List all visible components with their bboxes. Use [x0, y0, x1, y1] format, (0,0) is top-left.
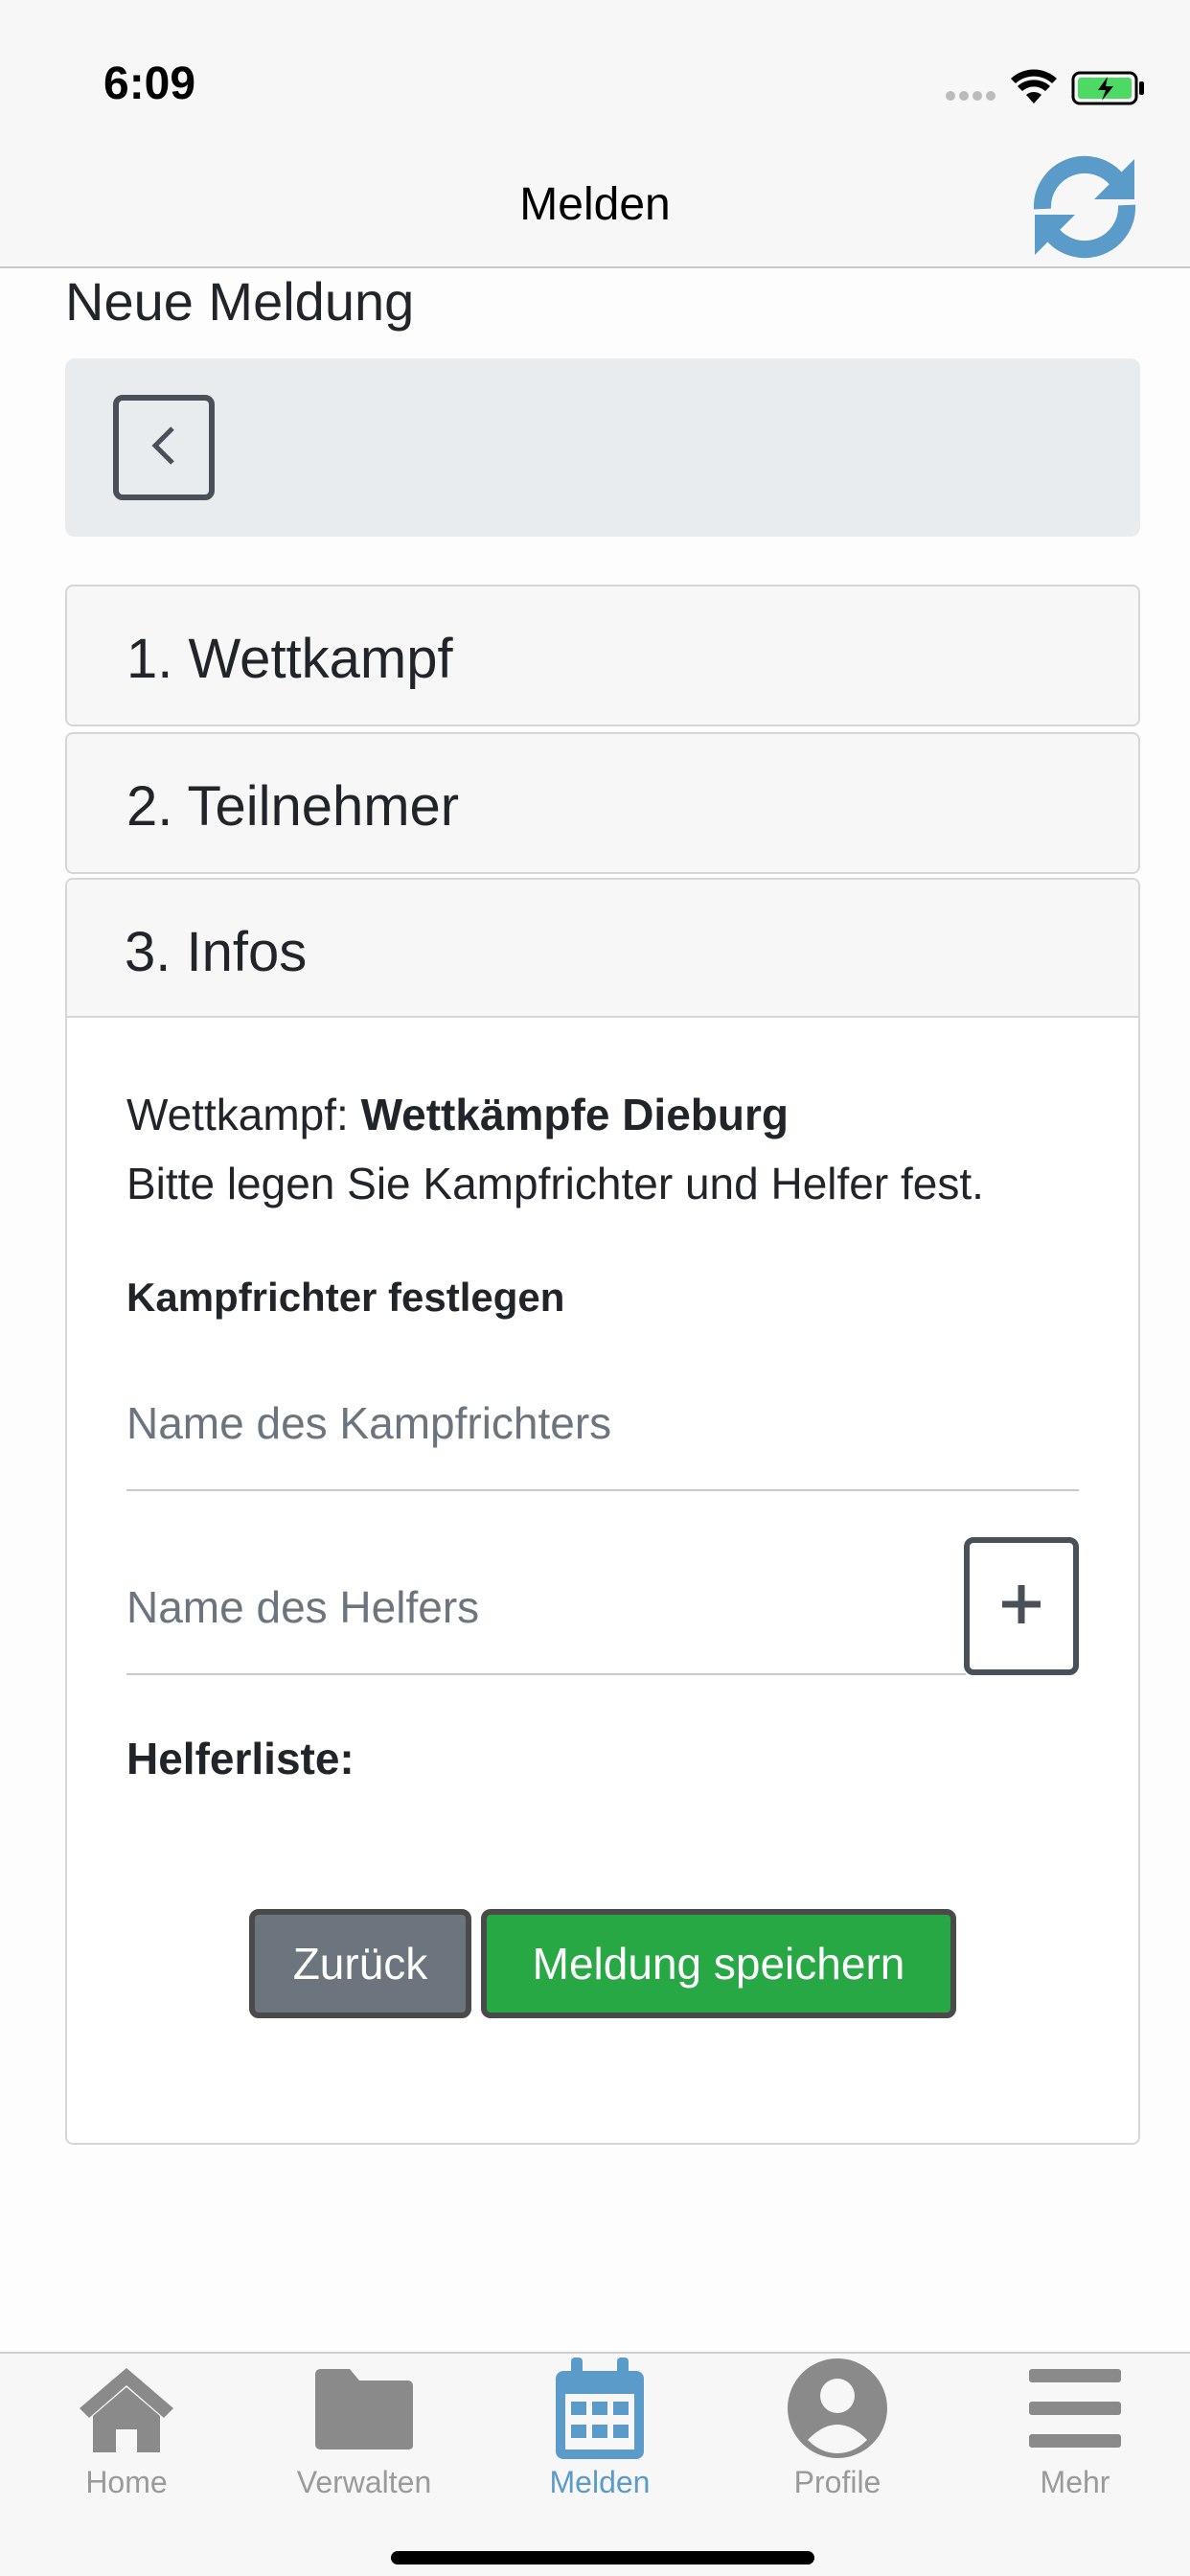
tab-home[interactable]: Home: [40, 2356, 213, 2518]
nav-title: Melden: [519, 179, 671, 230]
folder-icon: [307, 2356, 422, 2461]
accordion-infos[interactable]: 3. Infos: [67, 880, 1138, 1018]
page-title: Neue Meldung: [65, 271, 415, 332]
refresh-icon[interactable]: [1029, 153, 1140, 261]
instruction-text: Bitte legen Sie Kampfrichter und Helfer …: [126, 1159, 984, 1208]
tab-label: Mehr: [1040, 2465, 1110, 2499]
status-time: 6:09: [103, 58, 196, 109]
tab-mehr[interactable]: Mehr: [989, 2356, 1161, 2518]
chevron-left-icon: [149, 425, 178, 472]
calendar-icon: [542, 2356, 657, 2461]
step-header-card: [65, 358, 1140, 537]
accordion-title: 3. Infos: [125, 921, 308, 983]
judge-heading: Kampfrichter festlegen: [126, 1275, 565, 1320]
accordion-wettkampf[interactable]: 1. Wettkampf: [65, 585, 1140, 726]
accordion-title: 1. Wettkampf: [126, 628, 453, 690]
signal-icon: [945, 88, 998, 104]
tab-label: Verwalten: [296, 2465, 432, 2499]
accordion-title: 2. Teilnehmer: [126, 775, 460, 838]
helper-list-heading: Helferliste:: [126, 1734, 355, 1783]
tab-label: Home: [85, 2465, 168, 2499]
helper-input-underline: [126, 1673, 966, 1675]
battery-icon: [1071, 69, 1148, 107]
competition-line: Wettkampf: Wettkämpfe Dieburg: [126, 1089, 789, 1140]
wifi-icon: [1010, 67, 1058, 105]
judge-name-input[interactable]: Name des Kampfrichters: [126, 1397, 611, 1449]
competition-name: Wettkämpfe Dieburg: [360, 1090, 789, 1139]
tab-label: Profile: [793, 2465, 881, 2499]
home-icon: [69, 2356, 184, 2461]
add-helper-button[interactable]: [964, 1537, 1079, 1675]
back-button[interactable]: Zurück: [249, 1909, 471, 2018]
home-indicator: [391, 2551, 814, 2564]
tab-melden[interactable]: Melden: [514, 2356, 686, 2518]
plus-icon: [998, 1571, 1044, 1642]
tab-label: Melden: [549, 2465, 651, 2499]
user-icon: [780, 2356, 895, 2461]
competition-label: Wettkampf:: [126, 1090, 349, 1139]
tab-verwalten[interactable]: Verwalten: [278, 2356, 450, 2518]
menu-icon: [1018, 2356, 1133, 2461]
tab-profile[interactable]: Profile: [751, 2356, 924, 2518]
save-report-button[interactable]: Meldung speichern: [481, 1909, 956, 2018]
helper-name-input[interactable]: Name des Helfers: [126, 1581, 479, 1633]
accordion-teilnehmer[interactable]: 2. Teilnehmer: [65, 732, 1140, 874]
judge-input-underline: [126, 1489, 1079, 1491]
previous-button[interactable]: [113, 395, 215, 500]
